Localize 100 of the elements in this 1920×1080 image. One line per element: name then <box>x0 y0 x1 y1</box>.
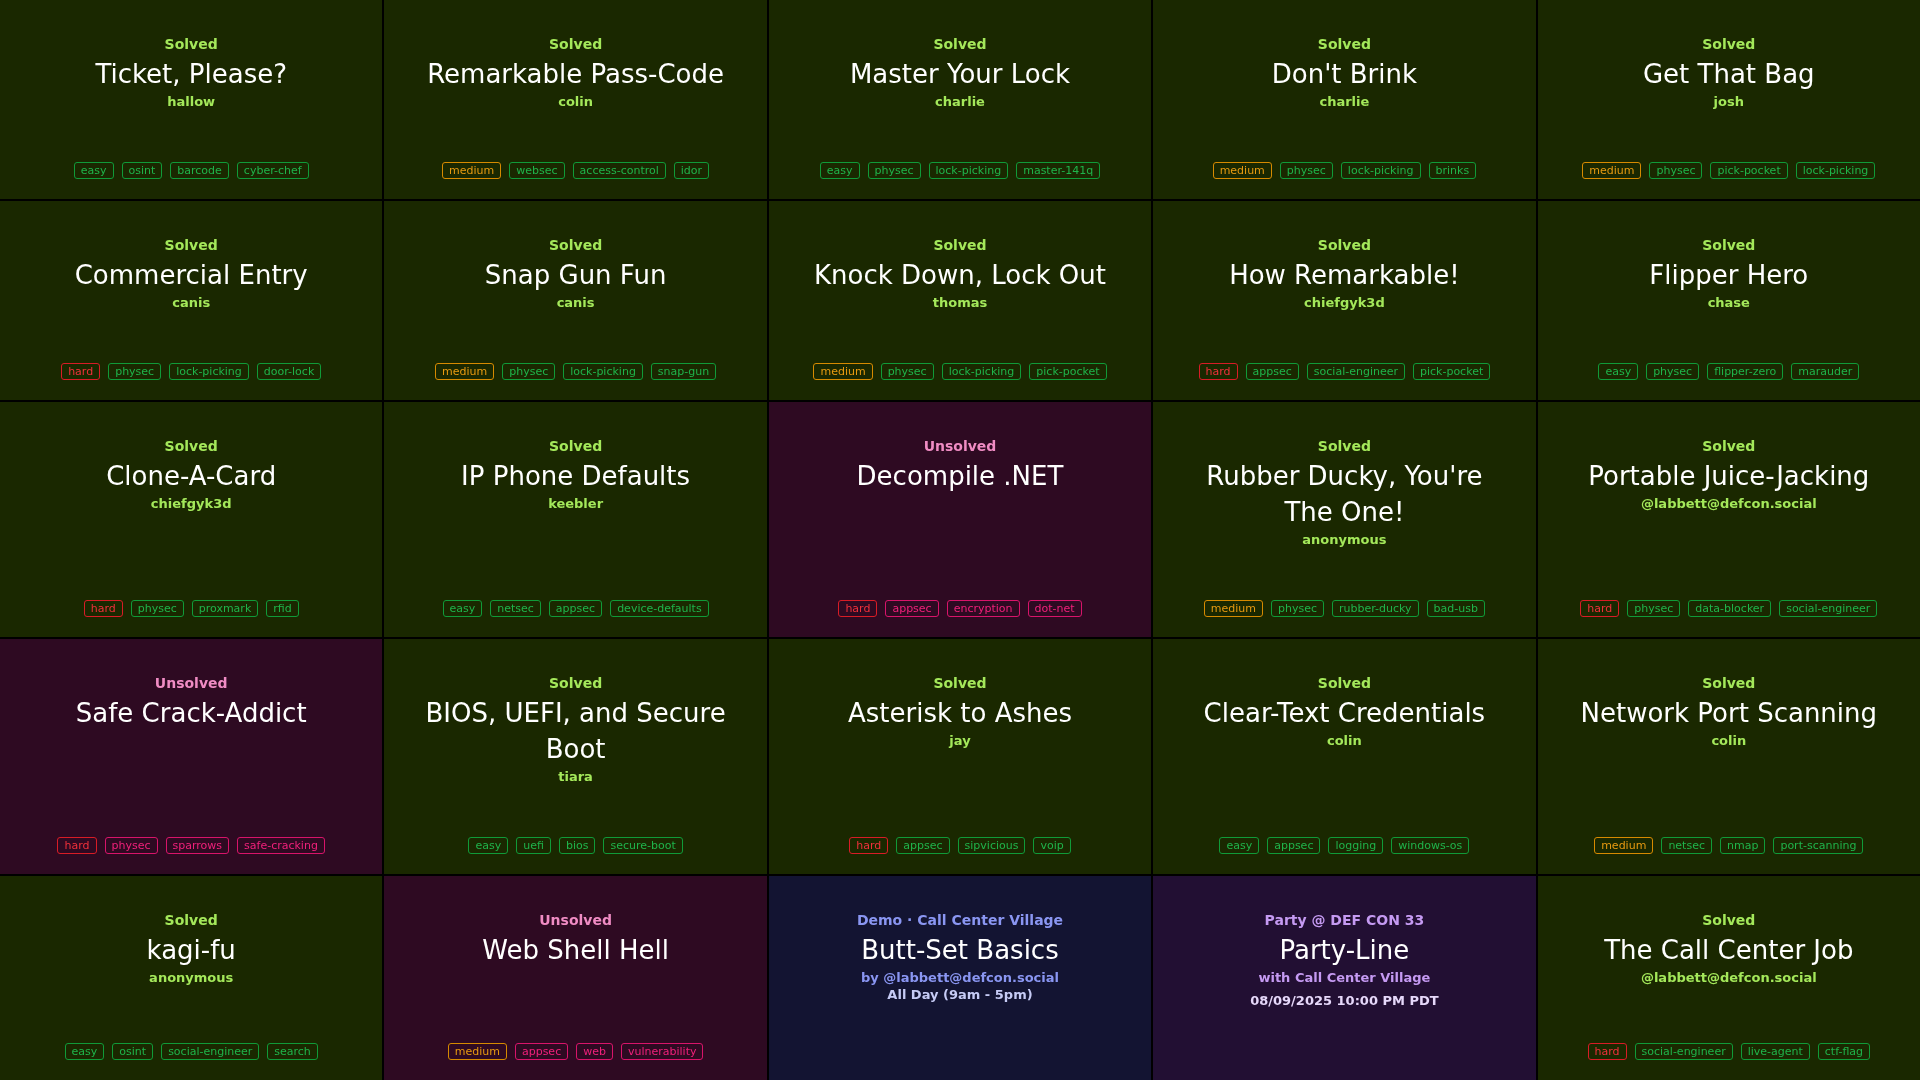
challenge-card[interactable]: Solved Flipper Hero chase easy physec flipper-zero marauder <box>1537 201 1920 400</box>
challenge-card[interactable]: Solved Clone-A-Card chiefgyk3d hard physec proxmark rfid <box>0 402 383 637</box>
author-name: charlie <box>935 93 985 111</box>
author-name: josh <box>1713 93 1744 111</box>
tag: secure-boot <box>603 837 683 854</box>
tag: device-defaults <box>610 600 709 617</box>
challenge-title: Don't Brink <box>1271 58 1418 91</box>
tag: netsec <box>1661 837 1712 854</box>
event-byline: with Call Center Village <box>1258 969 1431 987</box>
tag: appsec <box>1267 837 1321 854</box>
challenge-card[interactable]: Solved IP Phone Defaults keebler easy netsec appsec device-defaults <box>384 402 767 637</box>
tag: social-engineer <box>1634 1043 1733 1060</box>
status-label: Solved <box>1702 35 1756 54</box>
tag: physec <box>867 162 921 179</box>
event-card[interactable]: Party @ DEF CON 33 Party-Line with Call Center Village 08/09/2025 10:00 PM PDT <box>1153 876 1536 1080</box>
tag: easy <box>73 162 114 179</box>
author-name: colin <box>1327 732 1362 750</box>
status-label: Solved <box>164 437 218 456</box>
challenge-card[interactable]: Solved Rubber Ducky, You're The One! anonymous medium physec rubber-ducky bad-usb <box>1153 402 1536 637</box>
tag: sparrows <box>165 837 230 854</box>
tag: hard <box>83 600 123 617</box>
status-label: Solved <box>549 236 603 255</box>
challenge-card[interactable]: Unsolved Web Shell Hell medium appsec web vulnerability <box>384 876 767 1080</box>
challenge-card[interactable]: Solved Commercial Entry canis hard physec lock-picking door-lock <box>0 201 383 400</box>
tag: medium <box>813 363 873 380</box>
tag: physec <box>1279 162 1333 179</box>
challenge-title: Portable Juice-Jacking <box>1588 460 1870 493</box>
tag: osint <box>121 162 163 179</box>
tag: easy <box>1598 363 1639 380</box>
challenge-card[interactable]: Solved Portable Juice-Jacking @labbett@defcon.social hard physec data-blocker social-engineer <box>1537 402 1920 637</box>
author-name: charlie <box>1319 93 1370 111</box>
challenge-card[interactable]: Solved Clear-Text Credentials colin easy appsec logging windows-os <box>1153 639 1536 874</box>
tag: pick-pocket <box>1710 162 1788 179</box>
challenge-title: IP Phone Defaults <box>461 460 691 493</box>
tag: pick-pocket <box>1029 363 1107 380</box>
challenge-card[interactable]: Solved Ticket, Please? hallow easy osint barcode cyber-chef <box>0 0 383 199</box>
challenge-title: The Call Center Job <box>1604 934 1854 967</box>
tag: medium <box>1594 837 1654 854</box>
challenge-title: Web Shell Hell <box>482 934 669 967</box>
tag: hard <box>1587 1043 1627 1060</box>
tag: lock-picking <box>1795 162 1876 179</box>
tag: easy <box>1219 837 1260 854</box>
challenge-card[interactable]: Solved kagi-fu anonymous easy osint social-engineer search <box>0 876 383 1080</box>
tag: easy <box>442 600 483 617</box>
challenge-card[interactable]: Unsolved Decompile .NET hard appsec encryption dot-net <box>768 402 1152 637</box>
tag: ctf-flag <box>1817 1043 1871 1060</box>
tag: safe-cracking <box>237 837 325 854</box>
tag: live-agent <box>1740 1043 1810 1060</box>
challenge-card[interactable]: Solved BIOS, UEFI, and Secure Boot tiara easy uefi bios secure-boot <box>384 639 767 874</box>
author-name: jay <box>949 732 971 750</box>
tag: lock-picking <box>169 363 249 380</box>
tag: encryption <box>946 600 1020 617</box>
challenge-title: Clear-Text Credentials <box>1203 697 1486 730</box>
tag: logging <box>1328 837 1384 854</box>
tag: port-scanning <box>1773 837 1864 854</box>
challenge-card[interactable]: Solved Master Your Lock charlie easy physec lock-picking master-141q <box>768 0 1152 199</box>
author-name: keebler <box>548 495 604 513</box>
tag: social-engineer <box>161 1043 260 1060</box>
status-label: Solved <box>1317 437 1371 456</box>
challenge-card[interactable]: Solved How Remarkable! chiefgyk3d hard appsec social-engineer pick-pocket <box>1153 201 1536 400</box>
event-card[interactable]: Demo · Call Center Village Butt-Set Basics by @labbett@defcon.social All Day (9am - 5pm) <box>768 876 1152 1080</box>
tag: appsec <box>885 600 939 617</box>
challenge-card[interactable]: Solved The Call Center Job @labbett@defcon.social hard social-engineer live-agent ctf-flag <box>1537 876 1920 1080</box>
tag: dot-net <box>1027 600 1082 617</box>
tag: vulnerability <box>620 1043 704 1060</box>
status-label: Solved <box>1702 437 1756 456</box>
tag: easy <box>819 162 860 179</box>
tag: rfid <box>266 600 299 617</box>
tag: easy <box>468 837 509 854</box>
author-name: colin <box>1711 732 1747 750</box>
tag: physec <box>1646 363 1700 380</box>
tag: hard <box>57 837 97 854</box>
status-label: Solved <box>933 35 987 54</box>
event-time: 08/09/2025 10:00 PM PDT <box>1250 992 1439 1010</box>
challenge-card[interactable]: Solved Don't Brink charlie medium physec lock-picking brinks <box>1153 0 1536 199</box>
challenge-card[interactable]: Solved Asterisk to Ashes jay hard appsec sipvicious voip <box>768 639 1152 874</box>
challenge-title: Decompile .NET <box>856 460 1064 493</box>
tag: physec <box>104 837 158 854</box>
challenge-card[interactable]: Solved Get That Bag josh medium physec pick-pocket lock-picking <box>1537 0 1920 199</box>
challenge-card[interactable]: Solved Knock Down, Lock Out thomas medium physec lock-picking pick-pocket <box>768 201 1152 400</box>
challenge-title: Flipper Hero <box>1649 259 1809 292</box>
tag: idor <box>673 162 710 179</box>
challenge-card[interactable]: Solved Network Port Scanning colin medium netsec nmap port-scanning <box>1537 639 1920 874</box>
tag: nmap <box>1720 837 1766 854</box>
author-name: tiara <box>558 768 593 786</box>
tag: medium <box>442 162 502 179</box>
challenge-card[interactable]: Unsolved Safe Crack-Addict hard physec sparrows safe-cracking <box>0 639 383 874</box>
challenge-title: Rubber Ducky, You're The One! <box>1205 460 1484 529</box>
challenge-title: Master Your Lock <box>849 58 1071 91</box>
author-name: colin <box>558 93 593 111</box>
tag: websec <box>509 162 565 179</box>
event-header: Party @ DEF CON 33 <box>1264 911 1425 930</box>
challenge-card[interactable]: Solved Snap Gun Fun canis medium physec lock-picking snap-gun <box>384 201 767 400</box>
challenge-card[interactable]: Solved Remarkable Pass-Code colin medium websec access-control idor <box>384 0 767 199</box>
challenge-title: kagi-fu <box>146 934 236 967</box>
author-name: hallow <box>167 93 216 111</box>
status-label: Solved <box>164 236 218 255</box>
tag: proxmark <box>191 600 259 617</box>
tag: brinks <box>1428 162 1477 179</box>
challenge-title: Knock Down, Lock Out <box>814 259 1106 292</box>
